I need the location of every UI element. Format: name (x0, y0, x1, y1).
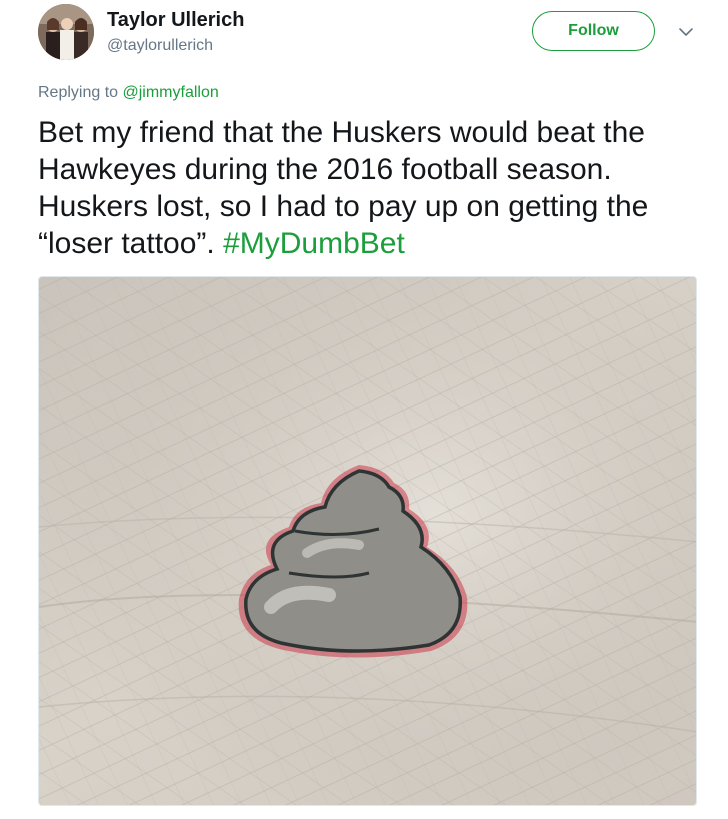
follow-button[interactable]: Follow (532, 11, 655, 51)
avatar[interactable] (38, 4, 94, 60)
tweet-text: Bet my friend that the Huskers would bea… (38, 114, 698, 262)
hashtag-link[interactable]: #MyDumbBet (223, 227, 405, 260)
tweet-photo[interactable] (38, 276, 697, 806)
author-handle[interactable]: @taylorullerich (107, 36, 213, 56)
chevron-down-icon[interactable] (676, 22, 696, 42)
author-display-name[interactable]: Taylor Ullerich (107, 8, 244, 32)
reply-prefix: Replying to (38, 84, 123, 101)
reply-mention-link[interactable]: @jimmyfallon (123, 84, 219, 101)
reply-context: Replying to @jimmyfallon (38, 83, 219, 103)
